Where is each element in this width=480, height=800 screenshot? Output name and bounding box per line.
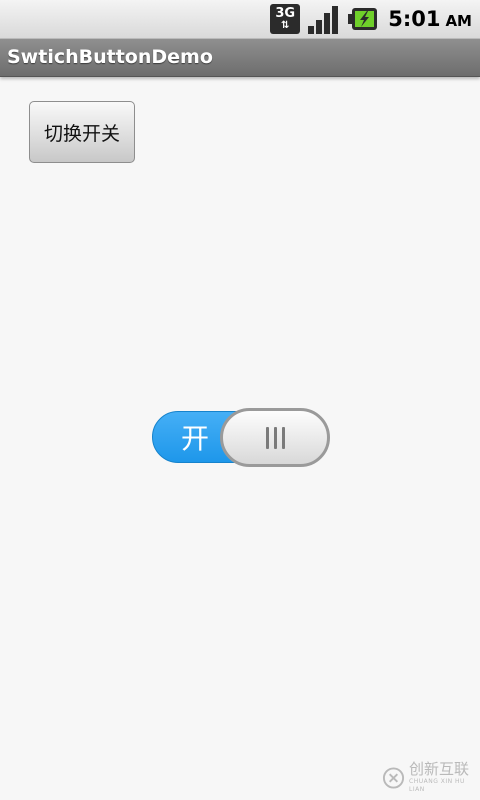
network-3g-icon: 3G ⇅: [270, 4, 301, 34]
watermark-logo-icon: [382, 766, 405, 789]
status-icons: 3G ⇅ 5:01 AM: [270, 2, 472, 36]
toggle-switch-button-label: 切换开关: [43, 122, 120, 145]
status-bar: 3G ⇅ 5:01 AM: [0, 0, 480, 39]
clock-ampm: AM: [445, 12, 472, 30]
switch-state-label: 开: [181, 422, 210, 455]
grip-icon: [265, 426, 285, 449]
clock-time: 5:01: [388, 7, 441, 31]
status-clock: 5:01 AM: [388, 7, 472, 31]
app-screen: 3G ⇅ 5:01 AM SwtichButtonDemo 切换开关 开 创新互…: [0, 0, 480, 800]
signal-strength-icon: [308, 4, 340, 34]
watermark-text-block: 创新互联 CHUANG XIN HU LIAN: [409, 761, 480, 794]
network-label: 3G: [275, 6, 296, 21]
battery-charging-icon: [348, 6, 378, 32]
watermark-subtext: CHUANG XIN HU LIAN: [409, 778, 465, 793]
switch-control[interactable]: 开: [152, 408, 330, 467]
app-title: SwtichButtonDemo: [7, 46, 213, 68]
watermark-text: 创新互联: [409, 760, 470, 778]
toggle-switch-button[interactable]: 切换开关: [29, 101, 135, 163]
app-title-bar: SwtichButtonDemo: [0, 39, 480, 77]
data-arrows-icon: ⇅: [281, 20, 290, 31]
watermark: 创新互联 CHUANG XIN HU LIAN: [380, 755, 480, 800]
switch-thumb[interactable]: [220, 408, 330, 467]
